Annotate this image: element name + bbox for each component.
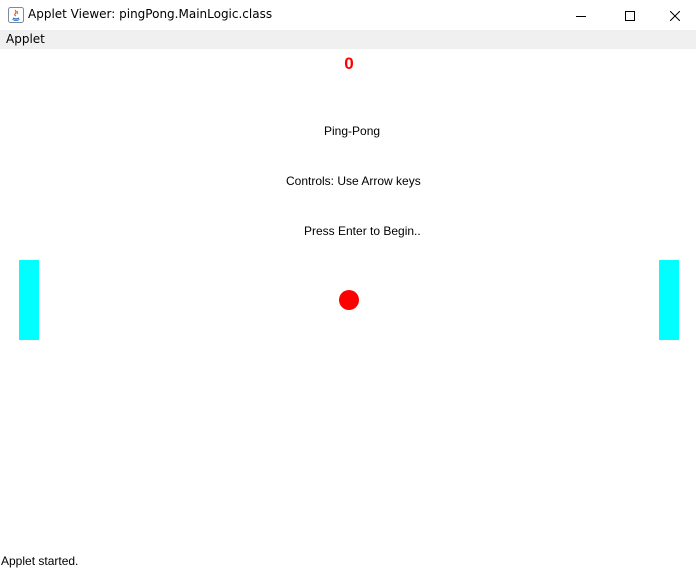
right-paddle	[659, 260, 679, 340]
window-title: Applet Viewer: pingPong.MainLogic.class	[28, 7, 273, 21]
status-bar: Applet started.	[0, 551, 696, 568]
java-icon	[8, 7, 24, 23]
score-display: 0	[344, 54, 354, 73]
maximize-icon	[625, 6, 635, 25]
menu-bar: Applet	[0, 30, 696, 49]
title-bar: Applet Viewer: pingPong.MainLogic.class	[0, 0, 696, 30]
menu-applet[interactable]: Applet	[6, 32, 45, 47]
minimize-icon	[576, 6, 586, 25]
game-title: Ping-Pong	[324, 124, 381, 138]
start-prompt: Press Enter to Begin..	[304, 224, 421, 238]
close-icon	[669, 6, 681, 25]
close-button[interactable]	[652, 0, 696, 30]
minimize-button[interactable]	[558, 0, 604, 30]
left-paddle	[19, 260, 39, 340]
controls-hint: Controls: Use Arrow keys	[286, 174, 421, 188]
ball	[339, 290, 359, 310]
maximize-button[interactable]	[607, 0, 653, 30]
status-text: Applet started.	[1, 554, 79, 568]
